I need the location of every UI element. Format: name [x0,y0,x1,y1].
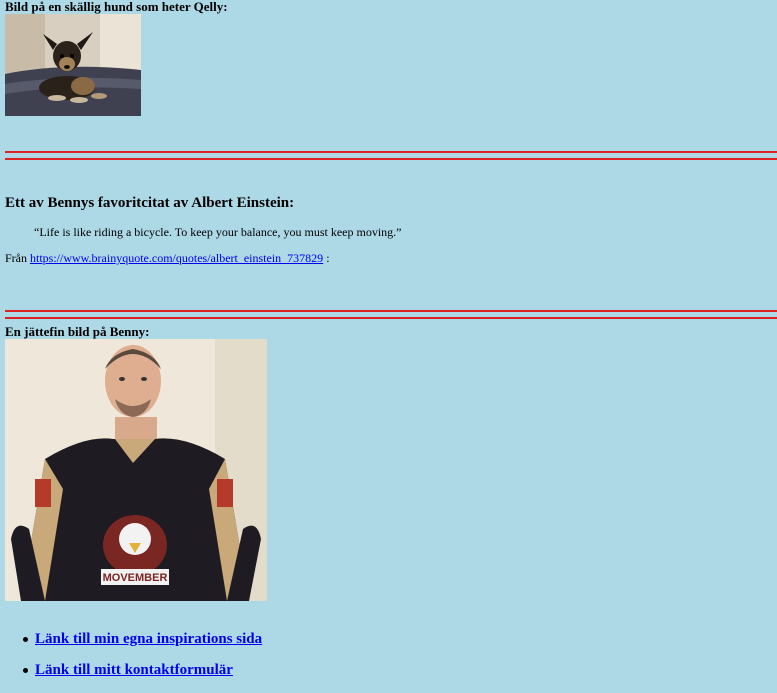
source-suffix: : [326,251,330,265]
quote-heading: Ett av Bennys favoritcitat av Albert Ein… [5,195,295,211]
dog-image [5,14,141,116]
bullet-icon [23,637,28,642]
benny-caption: En jättefin bild på Benny: [5,324,150,339]
page: Bild på en skällig hund som heter Qelly: [0,0,777,693]
divider-rule [5,310,777,312]
bullet-icon [23,668,28,673]
contact-form-link[interactable]: Länk till mitt kontaktformulär [35,662,233,678]
benny-image: MOVEMBER [5,339,267,601]
divider-rule [5,158,777,160]
source-prefix: Från [5,251,27,265]
nav-link-list: Länk till min egna inspirations sida Län… [0,630,262,692]
list-item: Länk till min egna inspirations sida [0,630,262,661]
divider-rule [5,317,777,319]
jersey-text: MOVEMBER [103,572,168,584]
dog-caption: Bild på en skällig hund som heter Qelly: [5,0,228,14]
person-photo-icon: MOVEMBER [5,339,267,601]
inspiration-page-link[interactable]: Länk till min egna inspirations sida [35,631,262,647]
quote-source: Från https://www.brainyquote.com/quotes/… [5,251,330,265]
dog-photo-icon [5,14,141,116]
source-link[interactable]: https://www.brainyquote.com/quotes/alber… [30,251,323,265]
list-item: Länk till mitt kontaktformulär [0,661,262,692]
divider-rule [5,151,777,153]
einstein-quote: “Life is like riding a bicycle. To keep … [34,225,402,239]
